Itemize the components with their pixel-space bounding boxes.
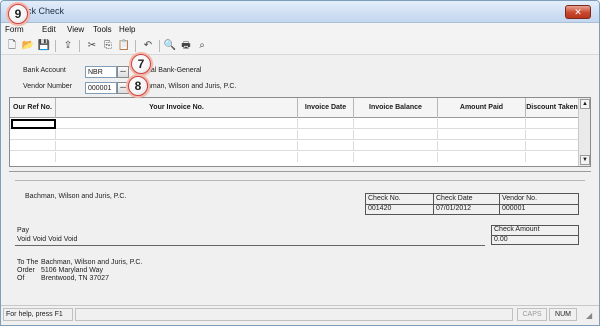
toolbar-separator: [159, 40, 160, 52]
check-no-value: 001420: [368, 205, 392, 212]
print-icon[interactable]: 🖶: [179, 39, 193, 53]
address-line-2: 5106 Maryland Way: [41, 267, 103, 274]
pay-words: Void Void Void Void: [17, 236, 78, 243]
copy-icon[interactable]: ⎘: [101, 39, 115, 53]
grid-header: Our Ref No. Your Invoice No. Invoice Dat…: [10, 98, 578, 118]
order-label: Order: [17, 267, 35, 274]
check-date-value: 07/01/2012: [436, 205, 472, 212]
open-folder-icon[interactable]: 📂: [21, 39, 35, 53]
close-button[interactable]: ✕: [565, 5, 591, 19]
callout-9: 9: [8, 4, 28, 24]
status-help-text: For help, press F1: [3, 308, 73, 321]
resize-grip-icon[interactable]: ◢: [586, 311, 596, 321]
vendor-number-field[interactable]: 000001: [85, 82, 117, 94]
undo-icon[interactable]: ↶: [141, 39, 155, 53]
scroll-up-icon[interactable]: ▲: [580, 99, 590, 109]
check-preview: Bachman, Wilson and Juris, P.C. Check No…: [9, 171, 591, 299]
table-row[interactable]: [10, 130, 578, 140]
vendor-description: hman, Wilson and Juris, P.C.: [147, 83, 237, 90]
vendor-no-label: Vendor No.: [502, 195, 538, 202]
bank-account-field[interactable]: NBR: [85, 66, 117, 78]
bank-account-description: nal Bank-General: [147, 67, 202, 74]
menu-view[interactable]: View: [67, 25, 84, 34]
export-icon[interactable]: ⇪: [61, 39, 75, 53]
toolbar-separator: [135, 40, 136, 52]
col-invoice-balance[interactable]: Invoice Balance: [354, 98, 438, 118]
status-message-pane: [75, 308, 513, 321]
check-face: Bachman, Wilson and Juris, P.C. Check No…: [15, 180, 585, 294]
pay-label: Pay: [17, 227, 30, 234]
address-line-3: Brentwood, TN 37027: [41, 275, 109, 282]
active-cell[interactable]: [11, 119, 56, 129]
scroll-down-icon[interactable]: ▼: [580, 155, 590, 165]
bank-account-lookup-button[interactable]: ...: [117, 66, 129, 78]
col-amount-paid[interactable]: Amount Paid: [438, 98, 526, 118]
save-icon[interactable]: 💾: [37, 39, 51, 53]
window-title: ick Check: [25, 6, 65, 16]
toolbar: 🗋 📂 💾 ⇪ ✂ ⎘ 📋 ↶ 🔍 🖶 ⌕: [1, 37, 599, 55]
vendor-no-value: 000001: [502, 205, 526, 212]
spellcheck-icon[interactable]: ⌕: [195, 39, 209, 53]
menu-bar: Form Edit View Tools Help: [1, 23, 599, 37]
col-discount-taken[interactable]: Discount Taken: [526, 98, 578, 118]
address-line-1: Bachman, Wilson and Juris, P.C.: [41, 259, 143, 266]
check-info-box: Check No. 001420 Check Date 07/01/2012 V…: [365, 193, 579, 215]
invoice-grid: Our Ref No. Your Invoice No. Invoice Dat…: [9, 97, 591, 167]
header-form: Bank Account NBR ... nal Bank-General 7 …: [9, 54, 589, 96]
pay-line: [15, 245, 485, 246]
col-our-ref[interactable]: Our Ref No.: [10, 98, 56, 118]
callout-8: 8: [128, 76, 148, 96]
check-amount-label: Check Amount: [494, 226, 540, 233]
toolbar-separator: [55, 40, 56, 52]
status-num: NUM: [549, 308, 577, 321]
grid-scrollbar[interactable]: ▲ ▼: [578, 98, 590, 166]
new-document-icon[interactable]: 🗋: [5, 39, 19, 53]
col-invoice-date[interactable]: Invoice Date: [298, 98, 354, 118]
to-the-label: To The: [17, 259, 39, 266]
check-amount-value: 0.00: [494, 236, 508, 243]
check-date-label: Check Date: [436, 195, 473, 202]
status-bar: For help, press F1 CAPS NUM ◢: [1, 305, 599, 323]
menu-tools[interactable]: Tools: [93, 25, 112, 34]
bank-account-label: Bank Account: [23, 67, 66, 74]
of-label: Of: [17, 275, 25, 282]
paste-icon[interactable]: 📋: [117, 39, 131, 53]
callout-7: 7: [131, 54, 151, 74]
col-invoice-no[interactable]: Your Invoice No.: [56, 98, 298, 118]
table-row[interactable]: [10, 119, 578, 129]
check-amount-box: Check Amount 0.00: [491, 225, 579, 245]
status-caps: CAPS: [517, 308, 547, 321]
find-icon[interactable]: 🔍: [163, 39, 177, 53]
vendor-number-label: Vendor Number: [23, 83, 73, 90]
cut-icon[interactable]: ✂: [85, 39, 99, 53]
check-no-label: Check No.: [368, 195, 401, 202]
table-row[interactable]: [10, 152, 578, 162]
payee-name: Bachman, Wilson and Juris, P.C.: [25, 193, 127, 200]
toolbar-separator: [79, 40, 80, 52]
menu-help[interactable]: Help: [119, 25, 135, 34]
table-row[interactable]: [10, 141, 578, 151]
quick-check-window: ick Check ✕ 9 Form Edit View Tools Help …: [0, 0, 600, 326]
menu-edit[interactable]: Edit: [42, 25, 56, 34]
menu-form[interactable]: Form: [5, 25, 24, 34]
title-bar[interactable]: ick Check ✕: [1, 1, 599, 23]
